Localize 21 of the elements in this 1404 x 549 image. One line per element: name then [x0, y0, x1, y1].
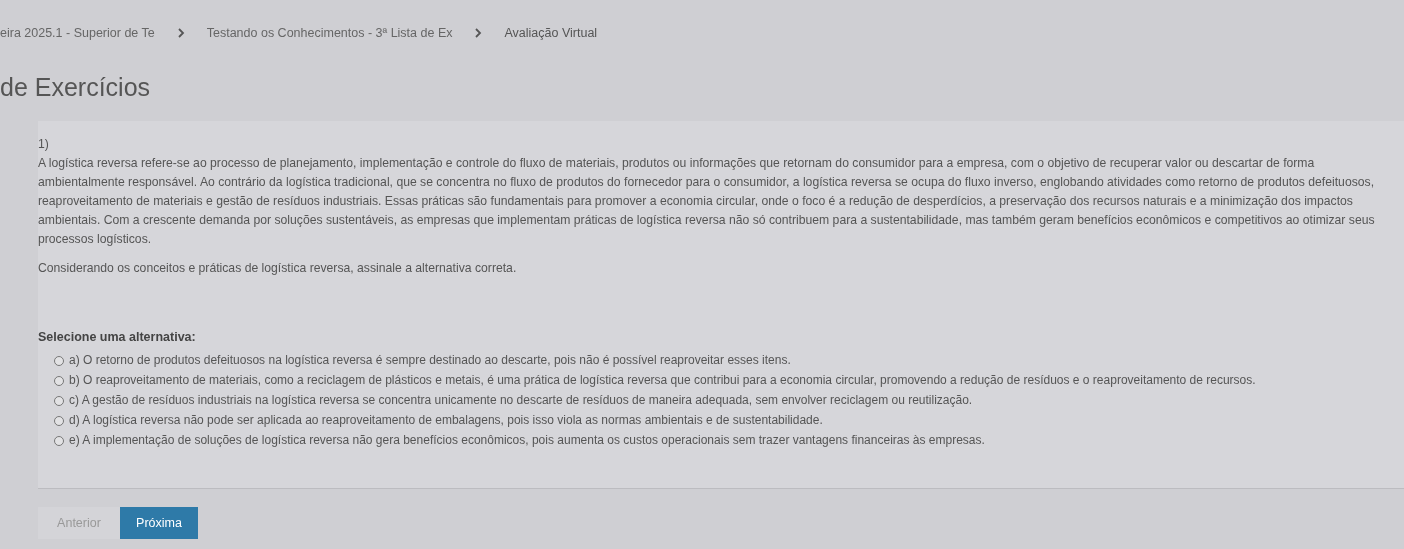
option-text[interactable]: d) A logística reversa não pode ser aplicada ao reaproveitamento de embalagens, pois isso viola as normas ambientais e de sustentabilidade.: [69, 412, 823, 429]
chevron-icon: [176, 28, 185, 38]
question-number: 1): [38, 136, 50, 153]
breadcrumb-link[interactable]: eira 2025.1 - Superior de Te: [0, 26, 155, 40]
question-prompt: Considerando os conceitos e práticas de logística reversa, assinale a alternativa correta.: [38, 260, 518, 277]
radio-button[interactable]: [54, 355, 64, 366]
next-button[interactable]: Próxima: [120, 507, 198, 539]
chevron-icon: [474, 28, 483, 38]
radio-button[interactable]: [54, 375, 64, 386]
select-label: Selecione uma alternativa:: [38, 330, 197, 344]
question-text: A logística reversa refere-se ao processo de planejamento, implementação e controle do fluxo de materiais, produtos ou informações que retornam do consumidor para a empresa, com o objetivo de recuperar valor ou descartar de forma ambientalmente responsável. Ao contrário da logística tradicional, que se concentra no fluxo de produtos do fornecedor para o consumidor, a logística reversa se ocupa do fluxo inverso, englobando atividades como retorno de produtos defeituosos, reaproveitamento de materiais e gestão de resíduos industriais. Essas práticas são fundamentais para promover a economia circular, onde o foco é a redução de desperdícios, a preservação dos recursos naturais e a minimização dos impactos ambientais. Com a crescente demanda por soluções sustentáveis, as empresas que implementam práticas de logística reversa não só contribuem para a sustentabilidade, mas também geram benefícios econômicos e competitivos ao otimizar seus processos logísticos.: [38, 155, 1376, 248]
option-text[interactable]: e) A implementação de soluções de logística reversa não gera benefícios econômicos, pois aumenta os custos operacionais sem trazer vantagens financeiras às empresas.: [69, 432, 985, 449]
option-text[interactable]: a) O retorno de produtos defeituosos na logística reversa é sempre destinado ao descarte, pois não é possível reaproveitar esses itens.: [69, 352, 791, 369]
breadcrumb-link[interactable]: Avaliação Virtual: [504, 26, 598, 40]
option-text[interactable]: c) A gestão de resíduos industriais na logística reversa se concentra unicamente no descarte de resíduos de maneira adequada, sem envolver reciclagem ou reutilização.: [69, 392, 973, 409]
radio-button[interactable]: [54, 435, 64, 446]
option-text[interactable]: b) O reaproveitamento de materiais, como a reciclagem de plásticos e metais, é uma prática de logística reversa que contribui para a economia circular, promovendo a redução de resíduos e o reaproveitamento de recursos.: [69, 372, 1256, 389]
page-title: de Exercícios: [0, 73, 152, 103]
radio-button[interactable]: [54, 415, 64, 426]
breadcrumb-link[interactable]: Testando os Conhecimentos - 3ª Lista de Ex: [206, 26, 453, 40]
radio-button[interactable]: [54, 395, 64, 406]
